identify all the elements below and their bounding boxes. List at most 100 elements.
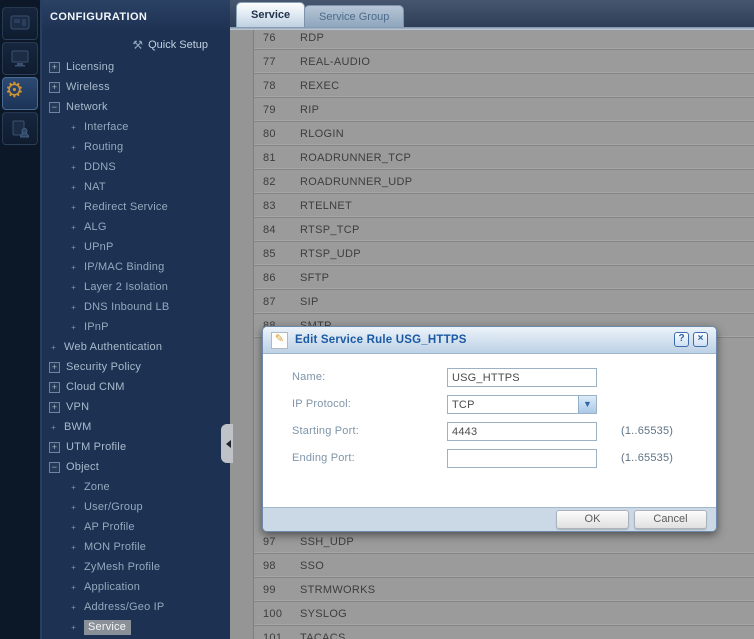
sidebar-item-label: DDNS <box>84 161 116 173</box>
row-number: 99 <box>254 584 300 596</box>
tree-expand-icon: + <box>69 603 78 612</box>
sidebar-collapse-handle[interactable] <box>221 424 233 463</box>
sidebar-item-label: Layer 2 Isolation <box>84 281 168 293</box>
sidebar-tree-item[interactable]: + Licensing <box>42 57 230 77</box>
table-row[interactable]: 78 REXEC <box>254 74 754 98</box>
ending-port-input[interactable] <box>447 449 597 468</box>
ip-protocol-label: IP Protocol: <box>292 398 351 410</box>
row-number: 79 <box>254 104 300 116</box>
tab-service[interactable]: Service <box>236 2 305 27</box>
sidebar-item-label: Network <box>66 101 108 113</box>
table-row[interactable]: 80 RLOGIN <box>254 122 754 146</box>
monitor-icon <box>3 49 37 69</box>
sidebar-tree-item[interactable]: + IP/MAC Binding <box>42 257 230 277</box>
table-row[interactable]: 83 RTELNET <box>254 194 754 218</box>
sidebar-tree-item[interactable]: + Cloud CNM <box>42 377 230 397</box>
table-row[interactable]: 82 ROADRUNNER_UDP <box>254 170 754 194</box>
row-number: 97 <box>254 536 300 548</box>
sidebar-tree-item[interactable]: + UPnP <box>42 237 230 257</box>
tree-expand-icon: + <box>69 283 78 292</box>
sidebar-tree-item[interactable]: + BWM <box>42 417 230 437</box>
service-name: RDP <box>300 32 754 44</box>
chevron-down-icon[interactable]: ▼ <box>578 396 596 413</box>
sidebar-tree-item[interactable]: + NAT <box>42 177 230 197</box>
table-row[interactable]: 84 RTSP_TCP <box>254 218 754 242</box>
service-name: SYSLOG <box>300 608 754 620</box>
sidebar-tree-item[interactable]: + MON Profile <box>42 537 230 557</box>
sidebar-tree-item[interactable]: + Interface <box>42 117 230 137</box>
sidebar-tree-item[interactable]: + IPnP <box>42 317 230 337</box>
table-row[interactable]: 79 RIP <box>254 98 754 122</box>
sidebar-tree-item[interactable]: + Service <box>42 617 230 637</box>
sidebar-tree-item[interactable]: + Layer 2 Isolation <box>42 277 230 297</box>
table-row[interactable]: 87 SIP <box>254 290 754 314</box>
quick-setup-button[interactable]: ⚒ Quick Setup <box>132 36 208 54</box>
sidebar-tree-item[interactable]: + Security Policy <box>42 357 230 377</box>
table-row[interactable]: 99 STRMWORKS <box>254 578 754 602</box>
sidebar-tree-item[interactable]: + DNS Inbound LB <box>42 297 230 317</box>
row-number: 98 <box>254 560 300 572</box>
collapse-arrow-icon <box>222 440 231 448</box>
row-number: 77 <box>254 56 300 68</box>
sidebar-tree-item[interactable]: + Routing <box>42 137 230 157</box>
sidebar-tree-item[interactable]: + User/Group <box>42 497 230 517</box>
close-button[interactable]: × <box>693 332 708 347</box>
table-row[interactable]: 98 SSO <box>254 554 754 578</box>
monitor-nav-button[interactable] <box>2 42 38 75</box>
service-name: STRMWORKS <box>300 584 754 596</box>
dialog-titlebar: ✎ Edit Service Rule USG_HTTPS ? × <box>263 327 716 354</box>
table-row[interactable]: 81 ROADRUNNER_TCP <box>254 146 754 170</box>
sidebar-tree-item[interactable]: − Network <box>42 97 230 117</box>
tab-service-group[interactable]: Service Group <box>304 5 404 27</box>
sidebar-tree-item[interactable]: + ZyMesh Profile <box>42 557 230 577</box>
sidebar-tree-item[interactable]: + Zone <box>42 477 230 497</box>
sidebar-item-label: ALG <box>84 221 107 233</box>
table-row[interactable]: 101 TACACS <box>254 626 754 639</box>
table-row[interactable]: 76 RDP <box>254 30 754 50</box>
dashboard-icon <box>3 14 37 34</box>
service-name: RTSP_UDP <box>300 248 754 260</box>
sidebar-item-label: Wireless <box>66 81 110 93</box>
table-row[interactable]: 77 REAL-AUDIO <box>254 50 754 74</box>
maintenance-nav-button[interactable] <box>2 112 38 145</box>
left-icon-rail: ⚙ ⚙ <box>0 0 40 639</box>
cancel-button[interactable]: Cancel <box>634 510 707 529</box>
tree-expand-icon: + <box>69 583 78 592</box>
starting-port-input[interactable] <box>447 422 597 441</box>
sidebar-tree-item[interactable]: + AP Profile <box>42 517 230 537</box>
service-name: SIP <box>300 296 754 308</box>
edit-service-rule-dialog: ✎ Edit Service Rule USG_HTTPS ? × Name: … <box>262 326 717 532</box>
help-button[interactable]: ? <box>674 332 689 347</box>
dashboard-nav-button[interactable] <box>2 7 38 40</box>
sidebar-tree-item[interactable]: + Address/Geo IP <box>42 597 230 617</box>
sidebar-tree-item[interactable]: − Object <box>42 457 230 477</box>
tree-expand-icon: + <box>49 402 60 413</box>
sidebar-item-label: Object <box>66 461 99 473</box>
sidebar-tree-item[interactable]: + Redirect Service <box>42 197 230 217</box>
sidebar-tree-item[interactable]: + VPN <box>42 397 230 417</box>
sidebar-tree-item[interactable]: + Wireless <box>42 77 230 97</box>
sidebar-tree-item[interactable]: + Application <box>42 577 230 597</box>
configuration-nav-button[interactable]: ⚙ ⚙ <box>2 77 38 110</box>
sidebar-tree-item[interactable]: + ALG <box>42 217 230 237</box>
table-row[interactable]: 100 SYSLOG <box>254 602 754 626</box>
service-rows-bottom: 97 SSH_UDP 98 SSO 99 STRMWORKS 100 SYSLO… <box>254 530 754 639</box>
maintenance-icon <box>3 119 37 139</box>
table-row[interactable]: 86 SFTP <box>254 266 754 290</box>
sidebar-tree-item[interactable]: + UTM Profile <box>42 437 230 457</box>
name-label: Name: <box>292 371 325 383</box>
sidebar-tree-item[interactable]: + Web Authentication <box>42 337 230 357</box>
ending-port-label: Ending Port: <box>292 452 355 464</box>
dialog-footer: OK Cancel <box>263 507 716 531</box>
ok-button[interactable]: OK <box>556 510 629 529</box>
sidebar-tree-item[interactable]: + DDNS <box>42 157 230 177</box>
table-row[interactable]: 97 SSH_UDP <box>254 530 754 554</box>
tree-expand-icon: + <box>49 343 58 352</box>
table-row[interactable]: 85 RTSP_UDP <box>254 242 754 266</box>
name-input[interactable] <box>447 368 597 387</box>
tree-expand-icon: + <box>49 62 60 73</box>
sidebar-item-label: Web Authentication <box>64 341 162 353</box>
service-name: REAL-AUDIO <box>300 56 754 68</box>
ip-protocol-select[interactable]: TCP ▼ <box>447 395 597 414</box>
sidebar-item-label: Security Policy <box>66 361 141 373</box>
